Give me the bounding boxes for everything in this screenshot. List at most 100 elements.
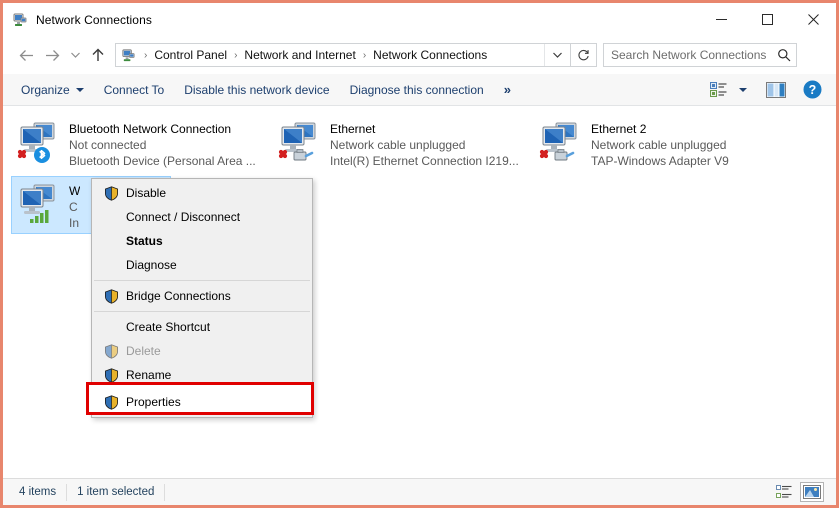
shield-icon (98, 186, 124, 201)
organize-label: Organize (21, 83, 70, 97)
close-button[interactable] (790, 3, 836, 36)
back-button[interactable] (13, 42, 39, 68)
chevron-down-icon (76, 88, 84, 92)
context-menu: Disable Connect / Disconnect Status Diag… (91, 178, 313, 418)
breadcrumb-item-network-and-internet[interactable]: Network and Internet (242, 48, 357, 62)
up-button[interactable] (85, 42, 111, 68)
error-badge (281, 152, 285, 156)
refresh-button[interactable] (571, 43, 597, 67)
adapter-icon (278, 119, 330, 169)
help-icon[interactable]: ? (798, 77, 826, 103)
connection-name: W (69, 183, 80, 199)
menu-item-connect-disconnect[interactable]: Connect / Disconnect (92, 205, 312, 229)
view-buttons (772, 482, 836, 502)
search-icon[interactable] (772, 48, 796, 62)
window-controls (698, 3, 836, 36)
menu-item-disable[interactable]: Disable (92, 181, 312, 205)
item-count: 4 items (9, 484, 67, 501)
menu-item-properties[interactable]: Properties (89, 387, 312, 417)
network-connections-icon (121, 48, 136, 63)
overflow-label: » (504, 82, 509, 97)
menu-item-bridge-connections[interactable]: Bridge Connections (92, 284, 312, 308)
connect-to-label: Connect To (104, 83, 165, 97)
connection-status: Network cable unplugged (330, 137, 519, 153)
preview-pane-icon[interactable] (762, 77, 790, 103)
connection-status: Not connected (69, 137, 256, 153)
connection-device: In (69, 215, 80, 231)
view-dropdown-button[interactable] (734, 77, 752, 103)
maximize-button[interactable] (744, 3, 790, 36)
list-item[interactable]: Ethernet Network cable unplugged Intel(R… (272, 114, 527, 172)
organize-button[interactable]: Organize (11, 77, 94, 103)
menu-item-label: Status (124, 234, 163, 248)
connect-to-button[interactable]: Connect To (94, 77, 175, 103)
menu-separator (94, 311, 310, 312)
adapter-icon (539, 119, 591, 169)
large-icons-view-icon[interactable] (800, 482, 824, 502)
title-bar: Network Connections (3, 3, 836, 36)
chevron-down-icon[interactable] (544, 44, 570, 66)
breadcrumb-separator: › (229, 50, 242, 61)
window-title: Network Connections (36, 13, 152, 27)
diagnose-connection-label: Diagnose this connection (350, 83, 484, 97)
command-bar: Organize Connect To Disable this network… (3, 74, 836, 106)
list-item[interactable]: Ethernet 2 Network cable unplugged TAP-W… (533, 114, 788, 172)
search-box[interactable] (603, 43, 797, 67)
menu-item-delete: Delete (92, 339, 312, 363)
list-item[interactable]: Bluetooth Network Connection Not connect… (11, 114, 266, 172)
chevron-down-icon (739, 88, 747, 92)
network-connections-icon (12, 12, 28, 28)
menu-item-diagnose[interactable]: Diagnose (92, 253, 312, 277)
adapter-icon (17, 181, 69, 231)
connection-name: Ethernet 2 (591, 121, 729, 137)
connection-status: C (69, 199, 80, 215)
menu-item-label: Bridge Connections (124, 289, 231, 303)
recent-locations-button[interactable] (65, 42, 85, 68)
menu-item-status[interactable]: Status (92, 229, 312, 253)
breadcrumb-item-network-connections[interactable]: Network Connections (371, 48, 489, 62)
ethernet-cable-icon (294, 150, 312, 161)
menu-item-label: Rename (124, 368, 171, 382)
svg-text:?: ? (808, 83, 816, 97)
shield-icon (98, 344, 124, 359)
menu-item-label: Diagnose (124, 258, 177, 272)
breadcrumb-item-control-panel[interactable]: Control Panel (152, 48, 229, 62)
disable-device-button[interactable]: Disable this network device (174, 77, 339, 103)
connection-device: Bluetooth Device (Personal Area ... (69, 153, 256, 169)
status-bar: 4 items 1 item selected (3, 478, 836, 505)
list-item-text: Bluetooth Network Connection Not connect… (69, 119, 256, 169)
connection-device: TAP-Windows Adapter V9 (591, 153, 729, 169)
minimize-button[interactable] (698, 3, 744, 36)
list-item-text: Ethernet 2 Network cable unplugged TAP-W… (591, 119, 729, 169)
ethernet-cable-icon (555, 150, 573, 161)
connection-device: Intel(R) Ethernet Connection I219... (330, 153, 519, 169)
breadcrumb-separator: › (139, 50, 152, 61)
menu-item-label: Delete (124, 344, 161, 358)
menu-item-label: Connect / Disconnect (124, 210, 240, 224)
shield-icon (98, 368, 124, 383)
toolbar-overflow-button[interactable]: » (494, 77, 519, 103)
shield-icon (98, 395, 124, 410)
menu-item-label: Properties (124, 395, 181, 409)
menu-item-label: Disable (124, 186, 166, 200)
connection-status: Network cable unplugged (591, 137, 729, 153)
search-input[interactable] (604, 45, 772, 65)
connection-name: Bluetooth Network Connection (69, 121, 256, 137)
menu-item-create-shortcut[interactable]: Create Shortcut (92, 315, 312, 339)
list-item-text: W C In (69, 181, 80, 231)
adapter-icon (17, 119, 69, 169)
details-view-icon[interactable] (772, 482, 796, 502)
command-bar-right: ? (704, 77, 836, 103)
list-item-text: Ethernet Network cable unplugged Intel(R… (330, 119, 519, 169)
shield-icon (98, 289, 124, 304)
forward-button[interactable] (39, 42, 65, 68)
disable-device-label: Disable this network device (184, 83, 329, 97)
breadcrumb-separator: › (358, 50, 371, 61)
diagnose-connection-button[interactable]: Diagnose this connection (340, 77, 494, 103)
file-explorer-window: Network Connections (0, 0, 839, 508)
menu-item-label: Create Shortcut (124, 320, 210, 334)
connection-name: Ethernet (330, 121, 519, 137)
change-view-icon[interactable] (704, 77, 732, 103)
error-badge (20, 152, 24, 156)
breadcrumb[interactable]: › Control Panel › Network and Internet ›… (115, 43, 571, 67)
